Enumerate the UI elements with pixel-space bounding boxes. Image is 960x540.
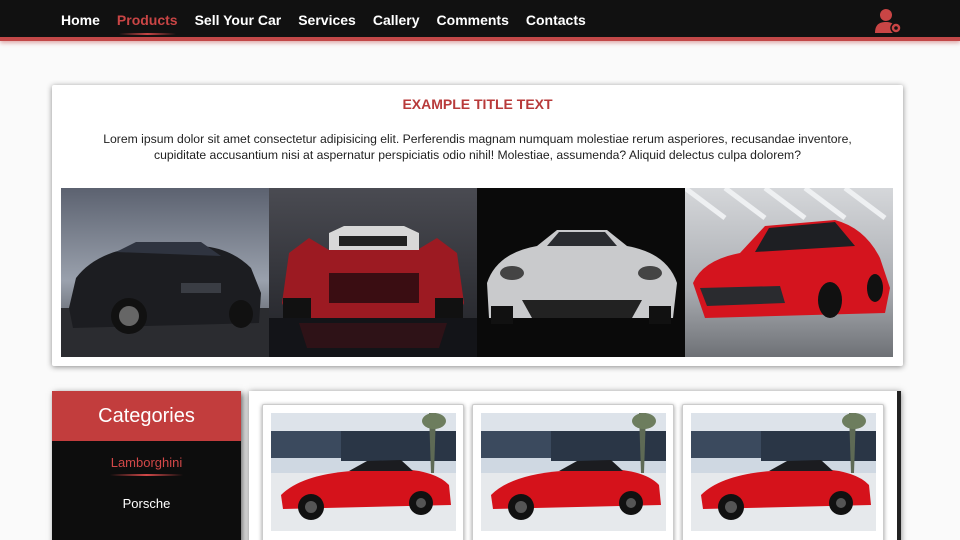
gallery-image-red-race-car — [269, 188, 477, 357]
categories-title: Categories — [52, 391, 241, 441]
hero-title: EXAMPLE TITLE TEXT — [402, 96, 553, 112]
product-card[interactable] — [262, 404, 464, 540]
nav-gallery[interactable]: Callery — [373, 12, 420, 28]
product-card[interactable] — [472, 404, 674, 540]
product-image-red-lamborghini — [271, 413, 456, 531]
categories-list: Lamborghini Porsche — [52, 441, 241, 514]
categories-panel: Categories Lamborghini Porsche — [52, 391, 241, 540]
product-image-red-lamborghini — [481, 413, 666, 531]
nav-comments[interactable]: Comments — [437, 12, 509, 28]
navbar: Home Products Sell Your Car Services Cal… — [0, 0, 960, 41]
nav-services[interactable]: Services — [298, 12, 356, 28]
nav-home[interactable]: Home — [61, 12, 100, 28]
user-settings-icon[interactable] — [874, 7, 902, 35]
category-lamborghini[interactable]: Lamborghini — [52, 452, 241, 476]
nav-links: Home Products Sell Your Car Services Cal… — [61, 0, 603, 40]
nav-sell-your-car[interactable]: Sell Your Car — [195, 12, 282, 28]
hero-description: Lorem ipsum dolor sit amet consectetur a… — [103, 132, 852, 162]
gallery-image-black-bmw — [61, 188, 269, 357]
nav-products[interactable]: Products — [117, 12, 178, 35]
product-card[interactable] — [682, 404, 884, 540]
gallery-image-red-nsx — [685, 188, 893, 357]
gallery-image-silver-supercar — [477, 188, 685, 357]
hero-gallery — [61, 188, 893, 357]
category-porsche[interactable]: Porsche — [52, 493, 241, 514]
nav-contacts[interactable]: Contacts — [526, 12, 586, 28]
product-image-red-lamborghini — [691, 413, 876, 531]
products-panel — [249, 391, 901, 540]
hero-card: EXAMPLE TITLE TEXT Lorem ipsum dolor sit… — [52, 85, 903, 366]
